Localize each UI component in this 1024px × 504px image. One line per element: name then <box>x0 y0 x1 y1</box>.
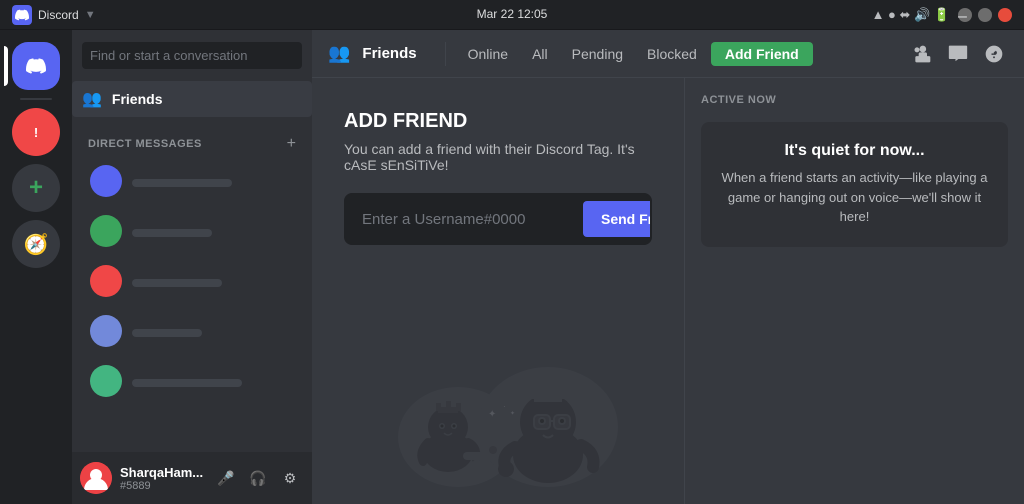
list-item[interactable] <box>80 207 304 255</box>
add-friend-panel: ADD FRIEND You can add a friend with the… <box>312 78 684 504</box>
friends-nav-title: Friends <box>362 45 416 62</box>
main-layout: ! + 🧭 👥 Friends DIRECT MESSAGES + <box>0 30 1024 504</box>
dropdown-arrow: ▼ <box>85 9 96 21</box>
avatar <box>90 265 122 297</box>
svg-text:·: · <box>503 402 506 411</box>
friends-item-info: Friends <box>112 91 302 107</box>
dm-section-title: DIRECT MESSAGES <box>88 138 202 150</box>
help-button[interactable] <box>980 40 1008 68</box>
mute-button[interactable]: 🎤 <box>212 464 240 492</box>
friends-nav-item[interactable]: 👥 Friends <box>72 81 312 117</box>
wumpus-area: ✦ · ✦ Wumpus is waiting on friends. You … <box>344 277 652 504</box>
active-now-card-description: When a friend starts an activity—like pl… <box>717 168 992 227</box>
add-dm-button[interactable]: + <box>287 135 296 153</box>
explore-label: 🧭 <box>24 232 49 257</box>
nav-divider <box>445 42 446 66</box>
tab-add-friend[interactable]: Add Friend <box>711 42 813 66</box>
avatar <box>90 315 122 347</box>
dm-item-info <box>132 225 294 237</box>
username: SharqaHam... <box>120 465 204 480</box>
dm-name-placeholder <box>132 229 212 237</box>
system-tray: ▲ ● ⬌ 🔊 🔋 <box>872 7 950 23</box>
list-item[interactable] <box>80 257 304 305</box>
friends-nav: 👥 Friends Online All Pending Blocked Add… <box>312 30 1024 78</box>
add-friend-form: Send Friend Request <box>344 193 652 245</box>
wumpus-illustration: ✦ · ✦ <box>338 297 658 497</box>
window-controls[interactable]: – <box>958 8 1012 22</box>
friends-item-label: Friends <box>112 91 302 107</box>
svg-text:✦: ✦ <box>488 409 496 420</box>
datetime: Mar 22 12:05 <box>477 7 548 21</box>
settings-button[interactable]: ⚙ <box>276 464 304 492</box>
dm-search-bar <box>72 30 312 81</box>
user-tag: #5889 <box>120 480 204 492</box>
dm-name-placeholder <box>132 379 242 387</box>
app-icon <box>12 5 32 25</box>
server-icon-1[interactable]: ! <box>12 108 60 156</box>
active-now-card-title: It's quiet for now... <box>717 142 992 160</box>
list-item[interactable] <box>80 357 304 405</box>
dm-name-placeholder <box>132 279 222 287</box>
dm-item-info <box>132 275 294 287</box>
close-button[interactable] <box>998 8 1012 22</box>
list-item[interactable] <box>80 157 304 205</box>
tab-all[interactable]: All <box>522 42 558 66</box>
friends-nav-icon: 👥 <box>328 43 350 64</box>
deafen-button[interactable]: 🎧 <box>244 464 272 492</box>
friends-content: ADD FRIEND You can add a friend with the… <box>312 78 1024 504</box>
send-friend-request-button[interactable]: Send Friend Request <box>583 201 652 237</box>
minimize-button[interactable]: – <box>958 8 972 22</box>
title-bar: Discord ▼ Mar 22 12:05 ▲ ● ⬌ 🔊 🔋 – <box>0 0 1024 30</box>
server-sidebar: ! + 🧭 <box>0 30 72 504</box>
server-icon-label: ! <box>34 125 38 140</box>
tab-online[interactable]: Online <box>458 42 518 66</box>
add-server-label: + <box>29 174 43 202</box>
add-server-icon[interactable]: + <box>12 164 60 212</box>
user-info: SharqaHam... #5889 <box>120 465 204 492</box>
tab-pending[interactable]: Pending <box>562 42 633 66</box>
avatar <box>90 165 122 197</box>
search-input[interactable] <box>82 42 302 69</box>
avatar <box>90 365 122 397</box>
dm-section-header: DIRECT MESSAGES + <box>72 119 312 157</box>
user-avatar <box>80 462 112 494</box>
server-divider <box>20 98 52 100</box>
dm-item-info <box>132 175 294 187</box>
active-now-card: It's quiet for now... When a friend star… <box>701 122 1008 247</box>
new-group-button[interactable] <box>908 40 936 68</box>
maximize-button[interactable] <box>978 8 992 22</box>
add-friend-title: ADD FRIEND <box>344 110 652 133</box>
tab-blocked[interactable]: Blocked <box>637 42 707 66</box>
nav-actions <box>908 40 1008 68</box>
home-server-icon[interactable] <box>12 42 60 90</box>
list-item[interactable] <box>80 307 304 355</box>
username-input[interactable] <box>346 195 577 243</box>
dm-name-placeholder <box>132 329 202 337</box>
svg-text:✦: ✦ <box>510 410 515 417</box>
avatar <box>90 215 122 247</box>
title-bar-right: ▲ ● ⬌ 🔊 🔋 – <box>872 7 1012 23</box>
active-now-panel: ACTIVE NOW It's quiet for now... When a … <box>684 78 1024 504</box>
user-avatar-wrap <box>80 462 112 494</box>
friends-icon: 👥 <box>82 89 102 109</box>
user-controls: 🎤 🎧 ⚙ <box>212 464 304 492</box>
active-now-title: ACTIVE NOW <box>701 94 1008 106</box>
dm-item-info <box>132 375 294 387</box>
dm-list <box>72 157 312 452</box>
add-friend-description: You can add a friend with their Discord … <box>344 141 652 173</box>
user-bar: SharqaHam... #5889 🎤 🎧 ⚙ <box>72 452 312 504</box>
title-bar-left: Discord ▼ <box>12 5 96 25</box>
dm-name-placeholder <box>132 179 232 187</box>
explore-icon[interactable]: 🧭 <box>12 220 60 268</box>
inbox-button[interactable] <box>944 40 972 68</box>
content-area: 👥 Friends Online All Pending Blocked Add… <box>312 30 1024 504</box>
app-name: Discord <box>38 8 79 22</box>
dm-sidebar: 👥 Friends DIRECT MESSAGES + <box>72 30 312 504</box>
dm-item-info <box>132 325 294 337</box>
